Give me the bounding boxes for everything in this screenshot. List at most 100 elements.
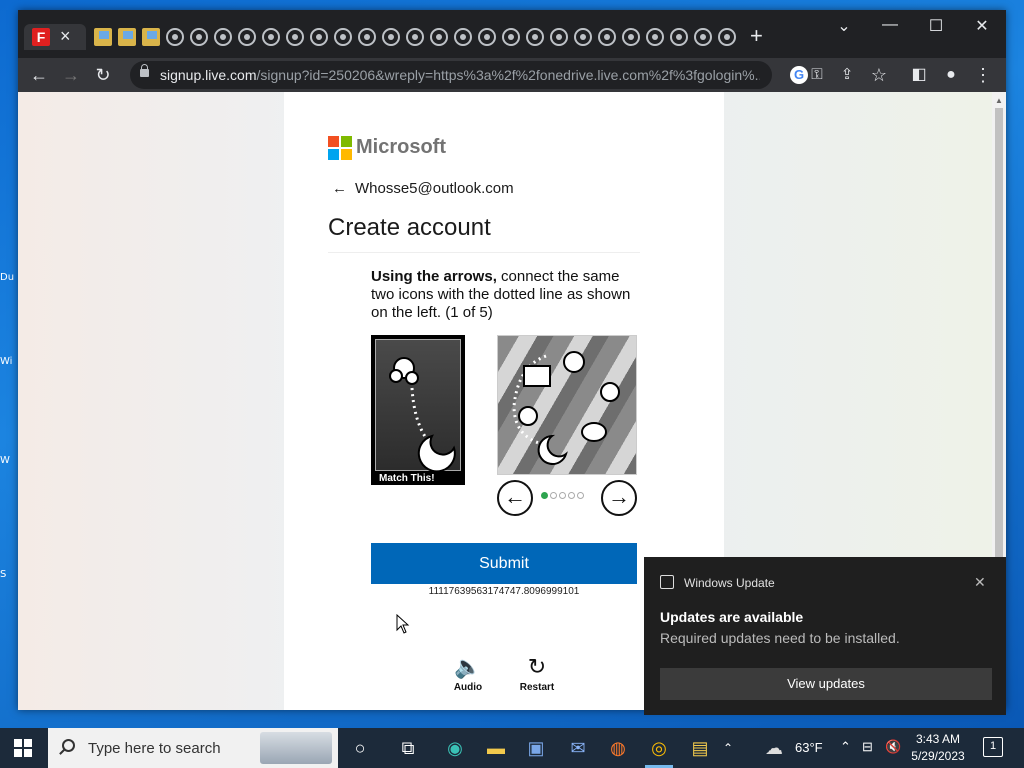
close-window-icon[interactable]: ✕ <box>962 16 1002 36</box>
tab-search-chevron-icon[interactable]: ⌄ <box>824 16 864 36</box>
dotted-path <box>410 387 428 439</box>
back-arrow-icon[interactable]: ← <box>332 180 347 197</box>
close-icon[interactable]: ✕ <box>974 574 986 591</box>
chrome-tab-icon[interactable] <box>430 28 448 46</box>
url-text[interactable]: signup.live.com/signup?id=250206&wreply=… <box>160 67 760 83</box>
fish-icon <box>581 422 607 442</box>
chrome-tab-icon[interactable] <box>382 28 400 46</box>
folder-tab-icon[interactable] <box>118 28 136 46</box>
new-tab-plus-icon[interactable]: + <box>750 23 763 49</box>
folder-tab-icon[interactable] <box>94 28 112 46</box>
chrome-tab-icon[interactable] <box>574 28 592 46</box>
chrome-tab-icon[interactable] <box>334 28 352 46</box>
cortana-icon[interactable]: ○ <box>346 734 374 762</box>
scroll-up-icon[interactable]: ▲ <box>995 96 1003 105</box>
windows-update-notification: Windows Update ✕ Updates are available R… <box>644 557 1006 715</box>
weather-temp[interactable]: 63°F <box>795 740 823 755</box>
session-id: 11117639563174747.8096999101 <box>428 586 580 597</box>
chrome-tab-icon[interactable] <box>598 28 616 46</box>
chrome-tab-icon[interactable] <box>526 28 544 46</box>
desktop-icon-label[interactable]: S <box>0 569 18 580</box>
mail-icon[interactable]: ✉ <box>564 734 592 762</box>
identity-row: ← Whosse5@outlook.com <box>332 180 514 197</box>
restart-icon: ↻ <box>527 654 547 679</box>
microsoft-logo-icon <box>328 136 352 160</box>
share-icon[interactable]: ⇪ <box>836 64 858 86</box>
progress-dot <box>568 492 575 499</box>
chrome-tab-icon[interactable] <box>694 28 712 46</box>
task-view-icon[interactable]: ⧉ <box>394 734 422 762</box>
action-center-icon[interactable]: 1 <box>983 737 1003 757</box>
bookmark-star-icon[interactable]: ☆ <box>868 64 890 86</box>
desktop-icon-label[interactable]: W <box>0 455 18 466</box>
instruction-bold: Using the arrows, <box>371 268 497 285</box>
restart-button[interactable]: ↻ Restart <box>512 654 562 693</box>
chrome-tab-icon[interactable] <box>406 28 424 46</box>
minimize-icon[interactable]: — <box>870 16 910 34</box>
scroll-thumb[interactable] <box>995 108 1003 558</box>
chrome-tab-icon[interactable] <box>502 28 520 46</box>
tray-chevron-icon[interactable]: ⌃ <box>840 739 851 755</box>
taskbar-search-box[interactable]: Type here to search <box>48 728 338 768</box>
volume-muted-icon[interactable]: 🔇 <box>885 739 901 755</box>
crescent-moon-icon <box>417 434 456 473</box>
close-tab-icon[interactable]: × <box>60 26 71 46</box>
email-text: Whosse5@outlook.com <box>355 180 514 197</box>
view-updates-button[interactable]: View updates <box>660 668 992 700</box>
desktop-icon-label[interactable]: Wi <box>0 356 18 367</box>
chrome-tab-icon[interactable] <box>550 28 568 46</box>
maximize-icon[interactable]: ☐ <box>916 16 956 36</box>
chrome-tab-icon[interactable] <box>238 28 256 46</box>
next-arrow-button[interactable]: → <box>601 480 637 516</box>
windows-start-icon[interactable] <box>14 739 32 757</box>
chrome-tab-icon[interactable] <box>358 28 376 46</box>
chrome-tab-icon[interactable] <box>310 28 328 46</box>
chrome-tab-icon[interactable] <box>646 28 664 46</box>
file-explorer-icon[interactable]: ▬ <box>482 734 510 762</box>
side-panel-icon[interactable]: ◧ <box>908 64 930 86</box>
lock-icon[interactable] <box>140 64 149 77</box>
speaker-icon: 🔈 <box>454 654 482 679</box>
mouse-cursor-icon <box>396 613 410 639</box>
chrome-tab-icon[interactable] <box>166 28 184 46</box>
browser-toolbar: ← → ↻ signup.live.com/signup?id=250206&w… <box>18 58 1006 92</box>
chrome-tab-icon[interactable] <box>214 28 232 46</box>
crescent-moon-icon <box>537 434 568 465</box>
brand-name: Microsoft <box>356 136 446 158</box>
reload-icon[interactable]: ↻ <box>92 64 114 86</box>
chrome-tab-icon[interactable] <box>286 28 304 46</box>
firefox-icon[interactable]: ◍ <box>604 734 632 762</box>
menu-kebab-icon[interactable]: ⋮ <box>972 64 994 86</box>
audio-button[interactable]: 🔈 Audio <box>443 654 493 693</box>
submit-button[interactable]: Submit <box>371 543 637 584</box>
chrome-tab-icon[interactable] <box>622 28 640 46</box>
forward-arrow-icon[interactable]: → <box>60 64 82 86</box>
store-icon[interactable]: ▣ <box>522 734 550 762</box>
notepad-icon[interactable]: ▤ <box>686 734 714 762</box>
chrome-tab-icon[interactable] <box>262 28 280 46</box>
weather-icon[interactable]: ☁ <box>760 734 788 762</box>
page-title: Create account <box>328 214 491 241</box>
folder-tab-icon[interactable] <box>142 28 160 46</box>
puzzle-image[interactable] <box>497 335 637 475</box>
tree-icon <box>563 351 585 373</box>
chrome-tab-icon[interactable] <box>454 28 472 46</box>
chrome-icon[interactable]: ◎ <box>645 734 673 762</box>
network-icon[interactable]: ⊟ <box>862 739 873 755</box>
chrome-tab-icon[interactable] <box>718 28 736 46</box>
desktop-icon-label[interactable]: Du <box>0 272 18 283</box>
clock[interactable]: 3:43 AM 5/29/2023 <box>906 731 970 765</box>
overflow-chevron-icon[interactable]: ⌃ <box>720 734 736 762</box>
progress-dot <box>550 492 557 499</box>
notification-body: Required updates need to be installed. <box>660 630 900 646</box>
profile-icon[interactable]: ● <box>940 64 962 86</box>
back-arrow-icon[interactable]: ← <box>28 64 50 86</box>
key-icon[interactable]: ⚿ <box>806 64 828 86</box>
chrome-tab-icon[interactable] <box>670 28 688 46</box>
previous-arrow-button[interactable]: ← <box>497 480 533 516</box>
tab-strip: F × + ⌄ — ☐ ✕ <box>18 10 1006 58</box>
chrome-tab-icon[interactable] <box>190 28 208 46</box>
address-bar[interactable]: signup.live.com/signup?id=250206&wreply=… <box>130 61 808 89</box>
edge-icon[interactable]: ◉ <box>441 734 469 762</box>
chrome-tab-icon[interactable] <box>478 28 496 46</box>
